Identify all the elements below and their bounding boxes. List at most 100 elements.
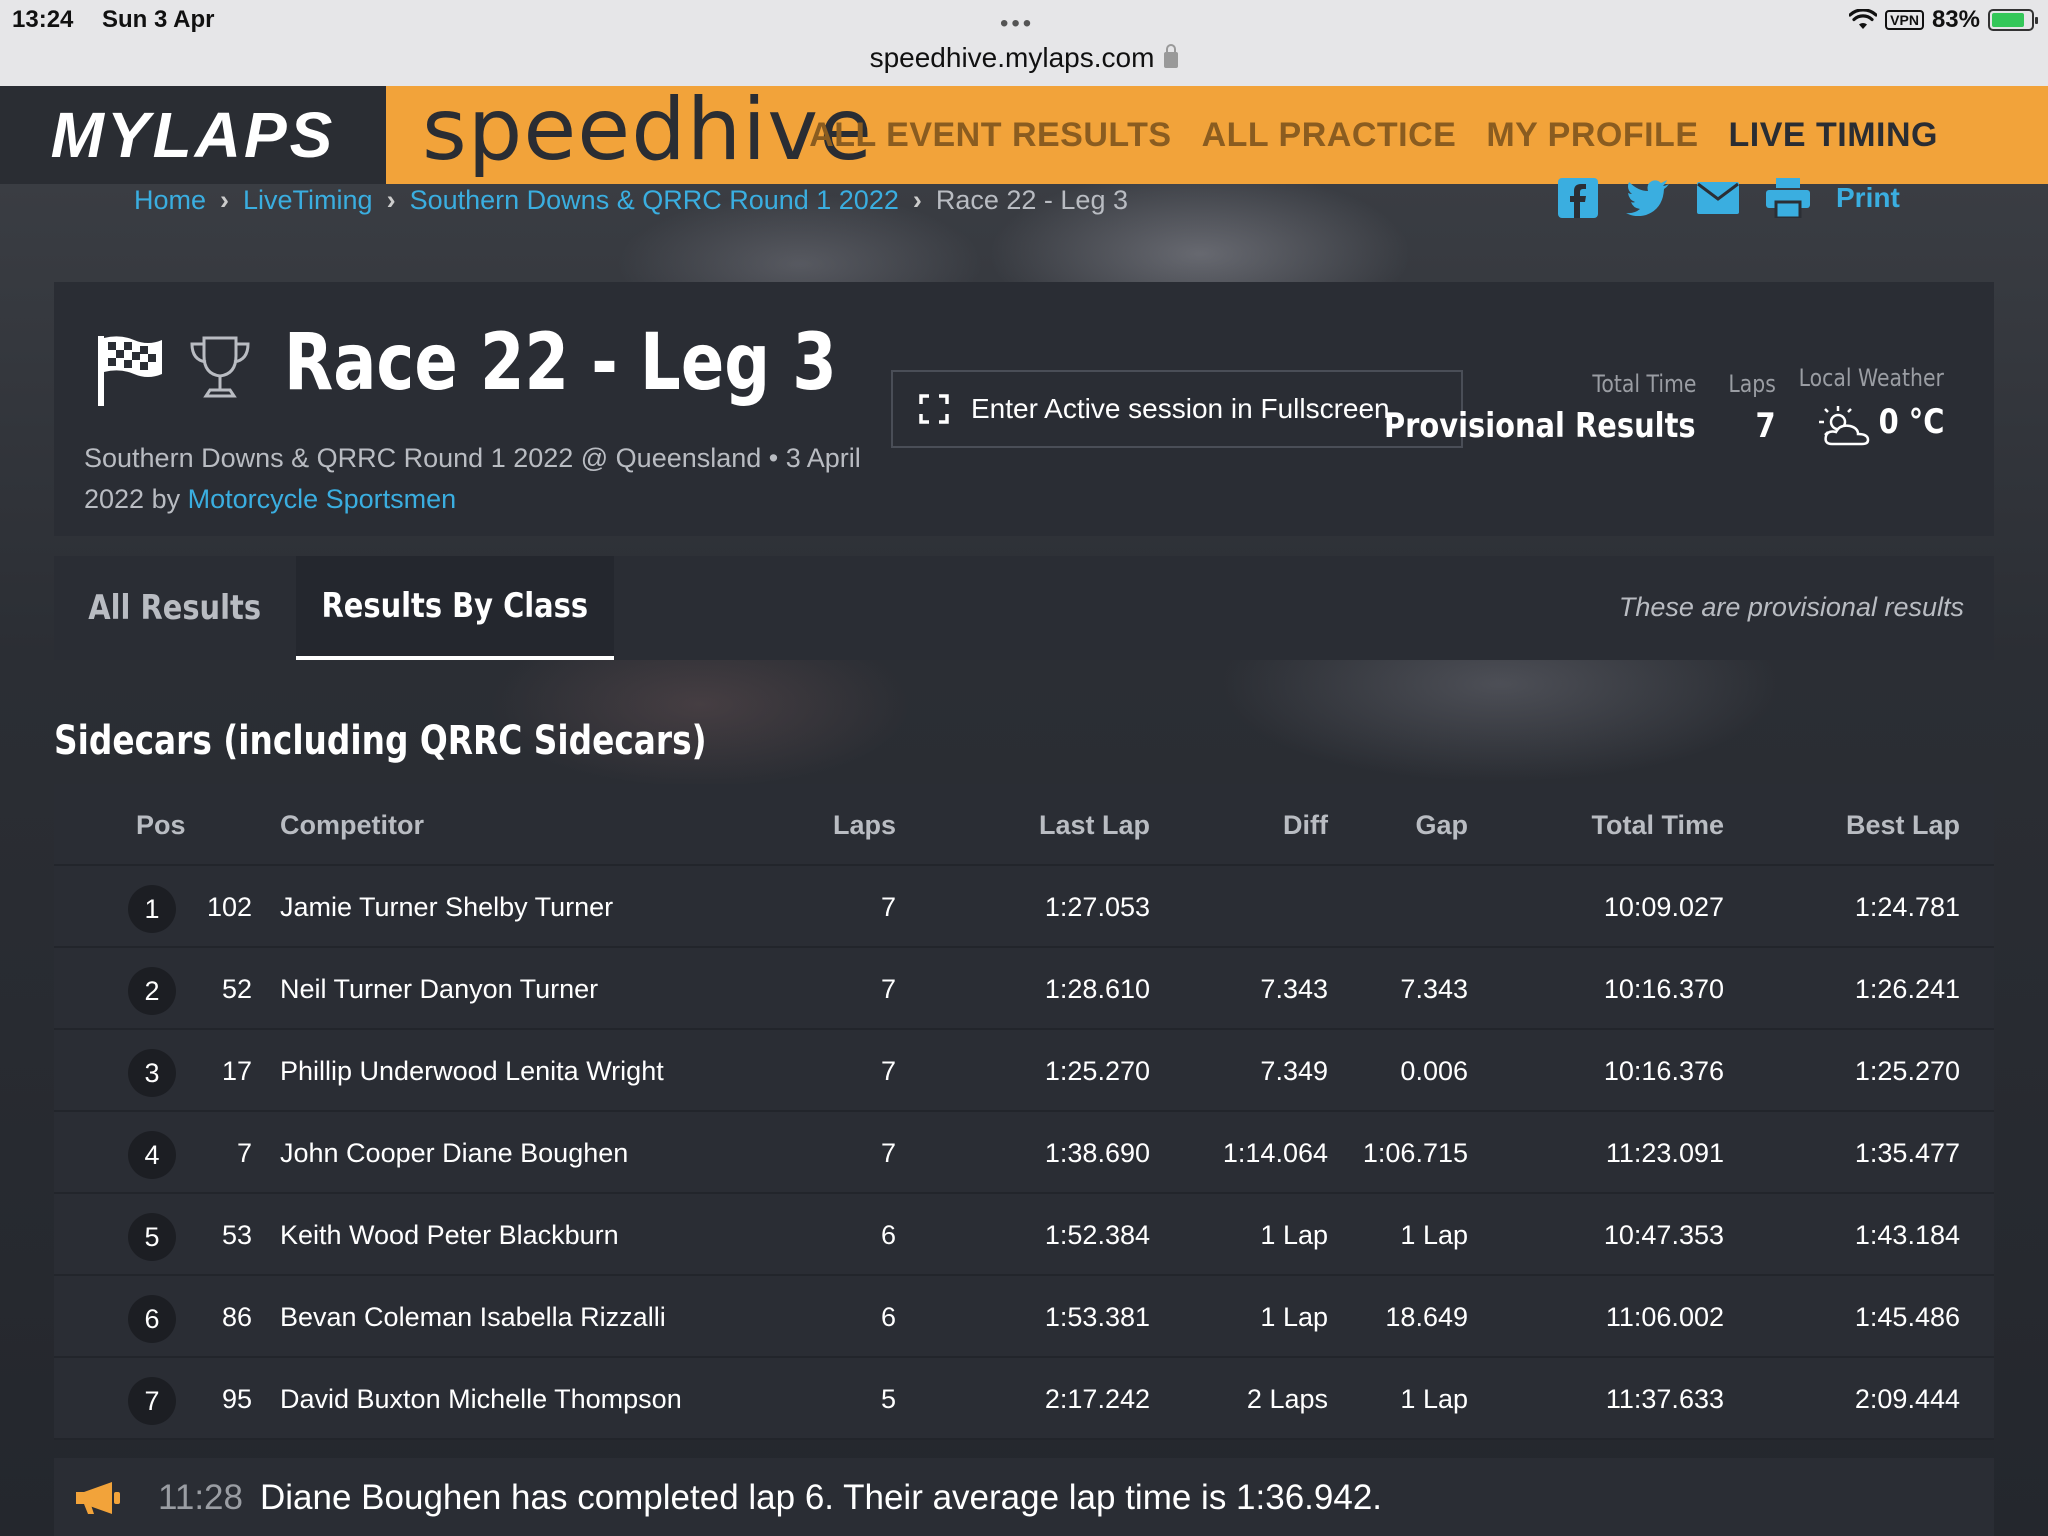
top-navigation: MYLAPS speedhive ALL EVENT RESULTS ALL P…: [0, 80, 2048, 184]
race-number: 86: [221, 1302, 252, 1332]
breadcrumb-home[interactable]: Home: [134, 185, 206, 215]
breadcrumb-livetiming[interactable]: LiveTiming: [243, 185, 373, 215]
weather-label: Local Weather: [1798, 364, 1944, 392]
position-badge: 1: [128, 885, 176, 933]
header-last-lap[interactable]: Last Lap: [954, 784, 1150, 866]
competitor-name[interactable]: Keith Wood Peter Blackburn: [280, 1194, 780, 1276]
table-row[interactable]: 6 86 Bevan Coleman Isabella Rizzalli 6 1…: [54, 1276, 1994, 1358]
address-bar[interactable]: speedhive.mylaps.com: [0, 42, 2048, 74]
fullscreen-button[interactable]: Enter Active session in Fullscreen: [891, 370, 1463, 448]
last-lap-cell: 1:25.270: [1044, 1056, 1150, 1086]
competitor-name[interactable]: Jamie Turner Shelby Turner: [280, 866, 780, 948]
race-header-card: Race 22 - Leg 3 Southern Downs & QRRC Ro…: [54, 282, 1994, 536]
competitor-name[interactable]: David Buxton Michelle Thompson: [280, 1358, 780, 1440]
header-total-time[interactable]: Total Time: [1504, 784, 1724, 866]
status-date: Sun 3 Apr: [102, 6, 215, 33]
diff-cell: 7.343: [1260, 974, 1328, 1004]
tab-all-results[interactable]: All Results: [54, 556, 296, 660]
checkered-flag-icon: [98, 336, 162, 406]
table-row[interactable]: 2 52 Neil Turner Danyon Turner 7 1:28.61…: [54, 948, 1994, 1030]
race-number: 7: [236, 1138, 252, 1168]
feed-message: Diane Boughen has completed lap 6. Their…: [260, 1478, 1383, 1517]
laps-cell: 7: [880, 1056, 896, 1086]
header-best-lap[interactable]: Best Lap: [1754, 784, 1960, 866]
gap-cell: [1344, 866, 1468, 948]
header-gap[interactable]: Gap: [1344, 784, 1468, 866]
twitter-icon[interactable]: [1626, 178, 1670, 218]
nav-my-profile[interactable]: MY PROFILE: [1486, 116, 1698, 155]
best-lap-cell: 1:25.270: [1854, 1056, 1960, 1086]
fullscreen-icon: [919, 394, 949, 424]
laps-cell: 7: [880, 1138, 896, 1168]
position-badge: 4: [128, 1131, 176, 1179]
share-bar: Print: [1556, 178, 1900, 218]
table-row[interactable]: 7 95 David Buxton Michelle Thompson 5 2:…: [54, 1358, 1994, 1440]
breadcrumb: Home › LiveTiming › Southern Downs & QRRC Ro…: [134, 178, 1134, 222]
total-time-cell: 10:47.353: [1603, 1220, 1724, 1250]
race-number: 52: [221, 974, 252, 1004]
partly-cloudy-icon: [1819, 406, 1870, 446]
diff-cell: 7.349: [1260, 1056, 1328, 1086]
header-laps[interactable]: Laps: [754, 784, 896, 866]
laps-label: Laps: [1728, 370, 1776, 398]
results-tabs: All Results Results By Class These are p…: [54, 556, 1994, 660]
last-lap-cell: 1:52.384: [1044, 1220, 1150, 1250]
battery-percent: 83%: [1931, 6, 1980, 33]
gap-cell: 18.649: [1385, 1302, 1468, 1332]
more-dots-icon[interactable]: •••: [1000, 10, 1034, 38]
organizer-link[interactable]: Motorcycle Sportsmen: [188, 484, 457, 514]
feed-time: 11:28: [158, 1478, 243, 1517]
position-badge: 6: [128, 1295, 176, 1343]
email-icon[interactable]: [1696, 178, 1740, 218]
gap-cell: 1:06.715: [1362, 1138, 1468, 1168]
competitor-name[interactable]: Neil Turner Danyon Turner: [280, 948, 780, 1030]
total-time-cell: 10:16.376: [1603, 1056, 1724, 1086]
battery-level: [1992, 13, 2024, 27]
nav-all-practice[interactable]: ALL PRACTICE: [1202, 116, 1457, 155]
race-number: 95: [221, 1384, 252, 1414]
race-number: 53: [221, 1220, 252, 1250]
mylaps-logo[interactable]: MYLAPS: [0, 86, 386, 184]
table-header-row: Pos Competitor Laps Last Lap Diff Gap To…: [54, 784, 1994, 866]
best-lap-cell: 1:26.241: [1854, 974, 1960, 1004]
table-row[interactable]: 4 7 John Cooper Diane Boughen 7 1:38.690…: [54, 1112, 1994, 1194]
weather-value: 0 °C: [1878, 402, 1944, 442]
nav-all-event-results[interactable]: ALL EVENT RESULTS: [809, 116, 1171, 155]
status-time: 13:24: [12, 6, 74, 33]
vpn-badge: VPN: [1885, 10, 1924, 30]
tab-results-by-class[interactable]: Results By Class: [296, 556, 614, 660]
table-row[interactable]: 3 17 Phillip Underwood Lenita Wright 7 1…: [54, 1030, 1994, 1112]
breadcrumb-event[interactable]: Southern Downs & QRRC Round 1 2022: [410, 185, 899, 215]
diff-cell: 1 Lap: [1260, 1302, 1328, 1332]
print-link[interactable]: Print: [1836, 182, 1900, 214]
speedhive-bar: speedhive ALL EVENT RESULTS ALL PRACTICE…: [386, 80, 2048, 184]
total-time-cell: 10:09.027: [1603, 892, 1724, 922]
trophy-icon: [190, 336, 250, 398]
last-lap-cell: 1:38.690: [1044, 1138, 1150, 1168]
table-row[interactable]: 1 102 Jamie Turner Shelby Turner 7 1:27.…: [54, 866, 1994, 948]
status-indicators: VPN 83%: [1849, 6, 2038, 34]
race-icons: [96, 334, 252, 406]
race-number: 17: [221, 1056, 252, 1086]
competitor-name[interactable]: Bevan Coleman Isabella Rizzalli: [280, 1276, 780, 1358]
position-badge: 3: [128, 1049, 176, 1097]
facebook-icon[interactable]: [1556, 178, 1600, 218]
diff-cell: 1:14.064: [1222, 1138, 1328, 1168]
position-badge: 2: [128, 967, 176, 1015]
chevron-right-icon: ›: [386, 185, 396, 215]
header-diff[interactable]: Diff: [1184, 784, 1328, 866]
last-lap-cell: 1:27.053: [1044, 892, 1150, 922]
total-time-value: Provisional Results: [1384, 406, 1696, 446]
competitor-name[interactable]: Phillip Underwood Lenita Wright: [280, 1030, 780, 1112]
nav-live-timing[interactable]: LIVE TIMING: [1729, 116, 1939, 155]
header-competitor[interactable]: Competitor: [280, 784, 780, 866]
table-row[interactable]: 5 53 Keith Wood Peter Blackburn 6 1:52.3…: [54, 1194, 1994, 1276]
position-badge: 5: [128, 1213, 176, 1261]
competitor-name[interactable]: John Cooper Diane Boughen: [280, 1112, 780, 1194]
best-lap-cell: 1:35.477: [1854, 1138, 1960, 1168]
best-lap-cell: 1:43.184: [1854, 1220, 1960, 1250]
printer-icon[interactable]: [1766, 178, 1810, 218]
speedhive-logo[interactable]: speedhive: [422, 80, 873, 180]
header-pos[interactable]: Pos: [136, 784, 216, 866]
live-feed-banner: 11:28 Diane Boughen has completed lap 6.…: [54, 1458, 1994, 1536]
